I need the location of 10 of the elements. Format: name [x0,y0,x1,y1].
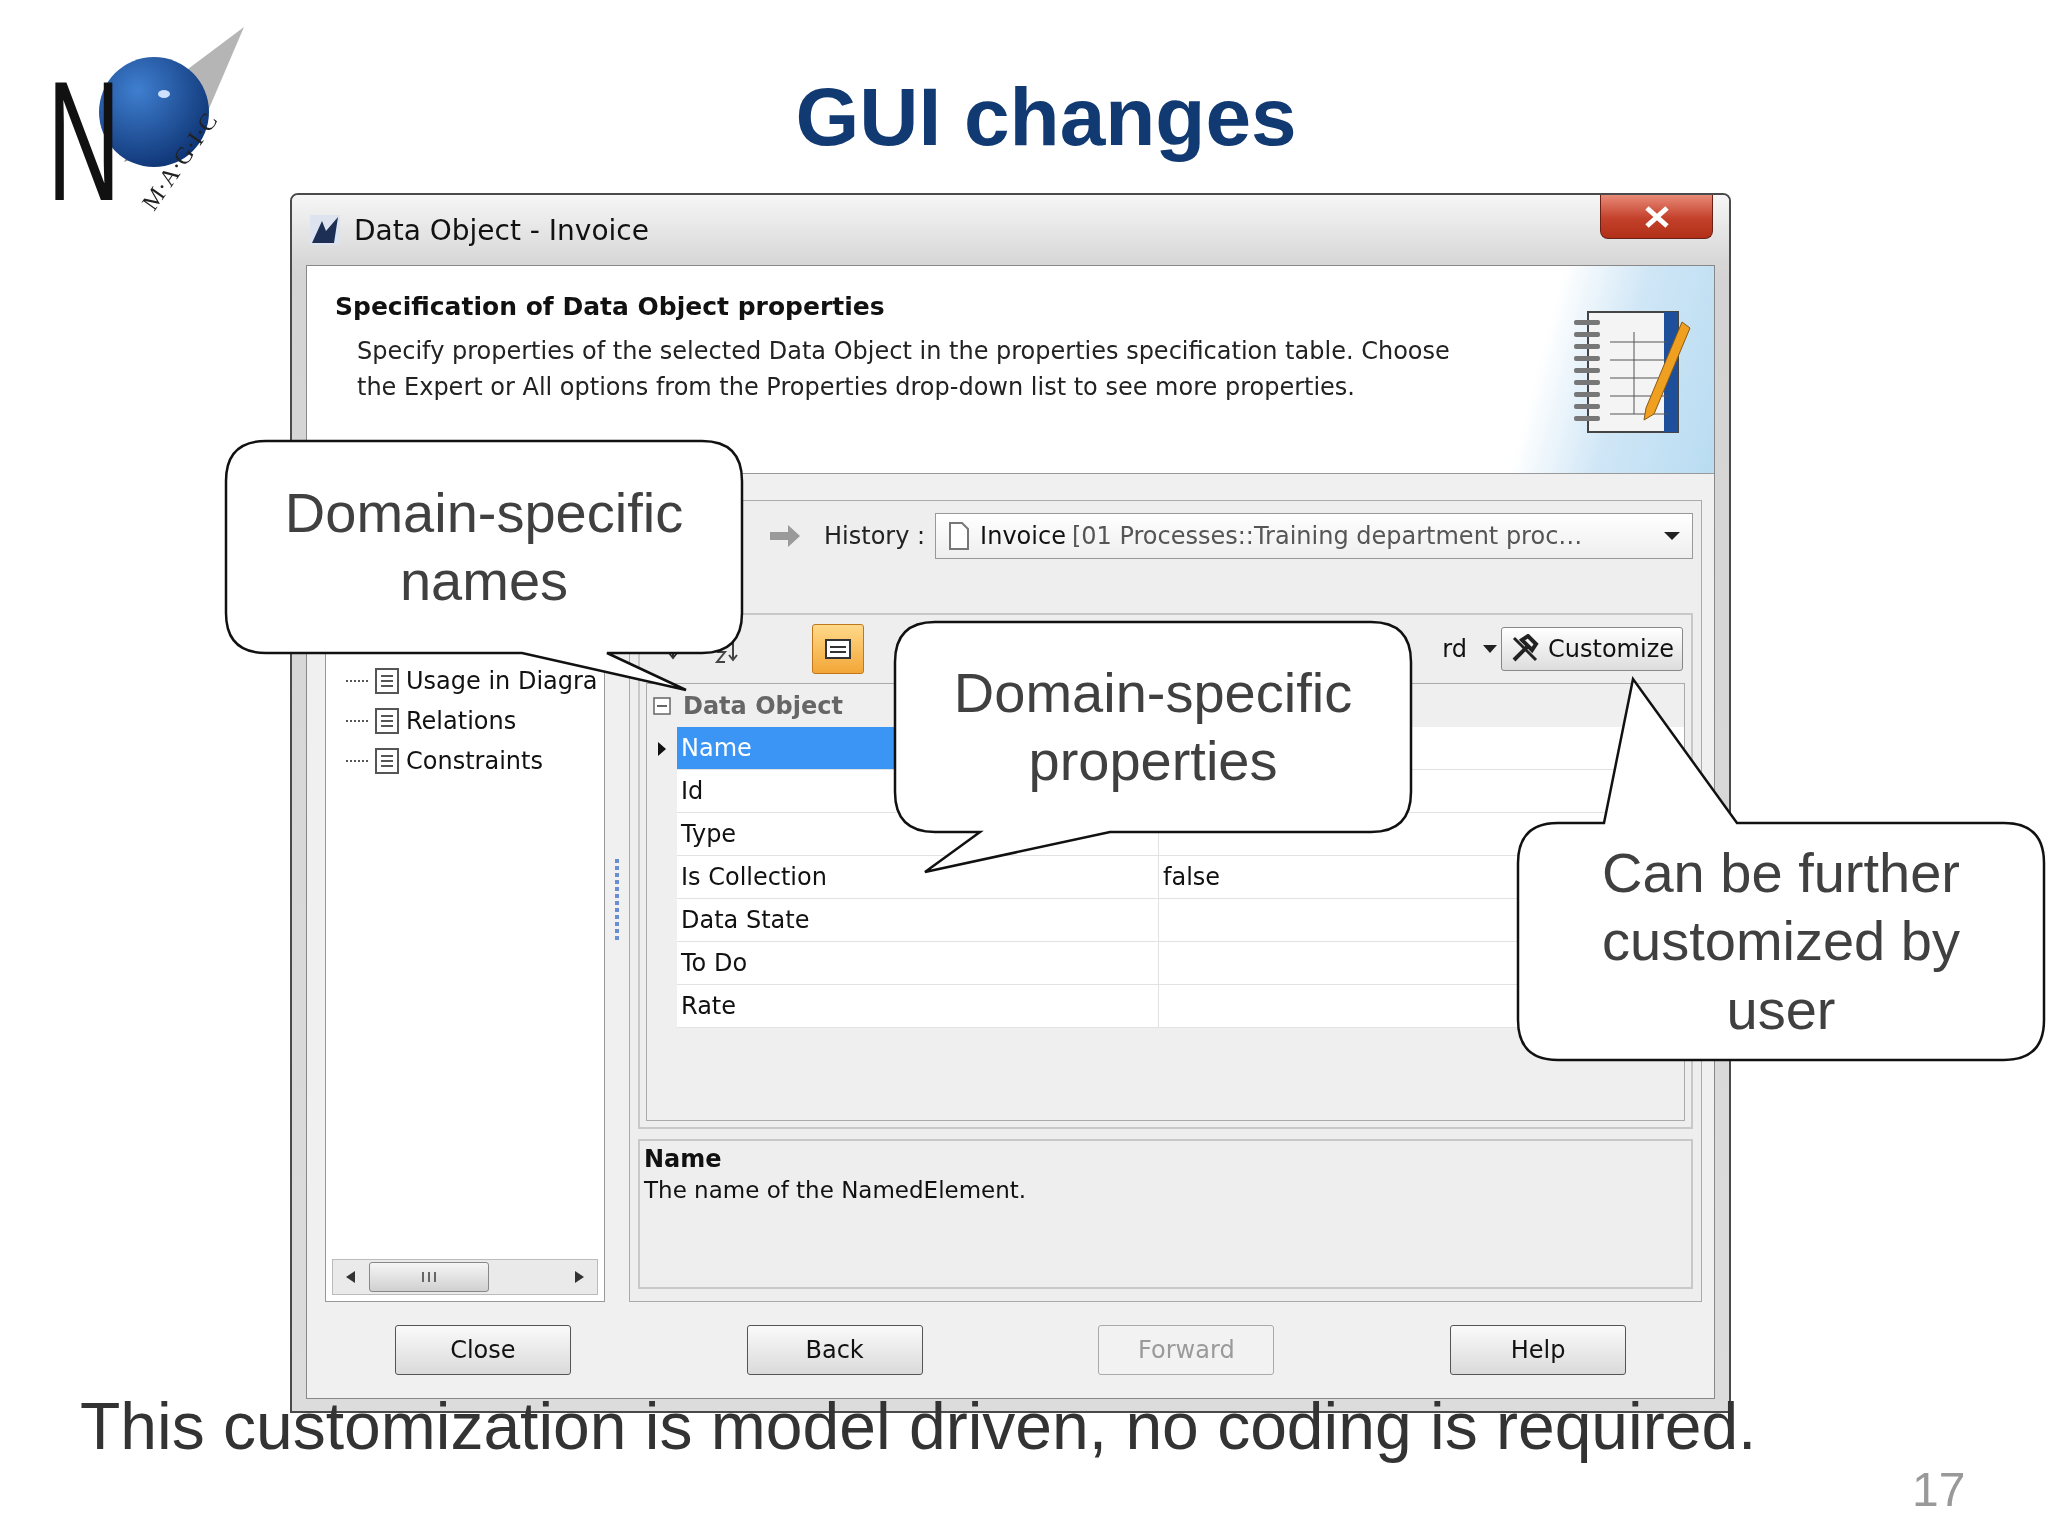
window-title: Data Object - Invoice [354,213,650,247]
callout-text: Domain-specific names [283,479,685,614]
header-description: Specify properties of the selected Data Object in the properties specification table. Choose the Expert or All options from the Properties drop-down list to see more properties. [356,336,1451,403]
header-heading: Specification of Data Object properties [335,292,886,321]
description-text: The name of the NamedElement. [644,1177,1028,1203]
group-header: Data Object [682,690,843,722]
page-number: 17 [1912,1462,1966,1517]
history-label: History : [824,522,926,550]
callout-text: Domain-specific properties [952,659,1354,794]
description-title: Name [644,1145,723,1173]
